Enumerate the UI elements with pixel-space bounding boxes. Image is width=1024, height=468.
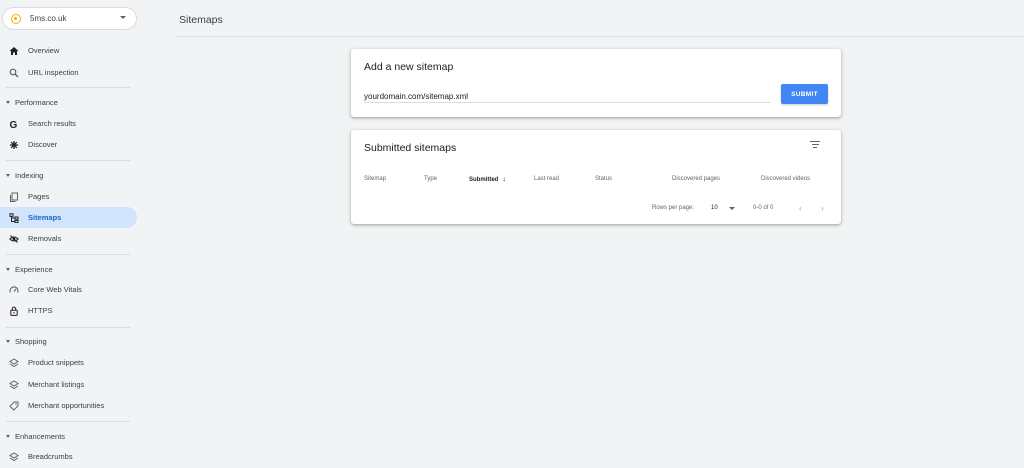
speed-gauge-icon — [9, 285, 19, 295]
sidebar-item-label: Pages — [28, 192, 50, 201]
sidebar-item-label: Product snippets — [28, 358, 84, 367]
prev-page-icon[interactable]: ‹ — [799, 204, 802, 213]
visibility-off-icon — [9, 234, 19, 244]
sidebar-item-discover[interactable]: Discover — [0, 134, 137, 155]
sidebar-item-label: Search results — [28, 119, 76, 128]
google-g-icon: G — [9, 119, 19, 129]
section-label: Indexing — [15, 170, 44, 180]
column-header-type[interactable]: Type — [424, 176, 437, 182]
sidebar-item-label: Breadcrumbs — [28, 452, 73, 461]
sitemap-url-input[interactable] — [364, 90, 771, 103]
pagination-range: 0-0 of 0 — [753, 205, 774, 211]
caret-down-icon[interactable] — [729, 207, 735, 210]
sidebar-item-removals[interactable]: Removals — [0, 228, 137, 249]
section-experience[interactable]: Experience — [6, 262, 53, 276]
sidebar-item-core-web-vitals[interactable]: Core Web Vitals — [0, 279, 137, 300]
section-label: Performance — [15, 97, 58, 107]
layers-icon — [9, 451, 19, 462]
sidebar-item-product-snippets[interactable]: Product snippets — [0, 352, 137, 373]
column-header-discovered-videos[interactable]: Discovered videos — [761, 176, 810, 182]
divider — [6, 327, 130, 328]
section-indexing[interactable]: Indexing — [6, 168, 43, 182]
sort-arrow-down-icon: ↓ — [502, 176, 506, 183]
section-shopping[interactable]: Shopping — [6, 334, 47, 348]
sidebar-item-label: Core Web Vitals — [28, 285, 82, 294]
section-label: Experience — [15, 264, 53, 274]
home-icon — [9, 46, 19, 56]
sidebar-item-label: Discover — [28, 140, 58, 149]
asterisk-icon — [9, 140, 19, 150]
divider — [6, 87, 130, 88]
column-header-submitted[interactable]: Submitted ↓ — [469, 176, 506, 183]
column-header-sitemap[interactable]: Sitemap — [364, 176, 386, 182]
caret-down-icon — [120, 16, 126, 19]
header-divider — [176, 36, 1024, 37]
collapse-icon — [6, 173, 10, 177]
submitted-sitemaps-title: Submitted sitemaps — [364, 142, 457, 154]
add-sitemap-card: Add a new sitemap SUBMIT — [351, 49, 841, 117]
add-sitemap-title: Add a new sitemap — [364, 61, 454, 73]
column-header-discovered-pages[interactable]: Discovered pages — [672, 176, 720, 182]
sidebar-item-url-inspection[interactable]: URL inspection — [0, 62, 137, 83]
sidebar-item-label: Overview — [28, 46, 60, 55]
divider — [6, 421, 130, 422]
next-page-icon[interactable]: › — [821, 204, 824, 213]
submit-button[interactable]: SUBMIT — [781, 84, 828, 104]
section-enhancements[interactable]: Enhancements — [6, 429, 65, 443]
tag-icon — [9, 401, 19, 411]
sidebar: 5ms.co.uk Overview URL inspection Perfor… — [0, 0, 144, 468]
sidebar-item-sitemaps[interactable]: Sitemaps — [0, 207, 137, 228]
sidebar-item-breadcrumbs[interactable]: Breadcrumbs — [0, 446, 137, 467]
sidebar-item-https[interactable]: HTTPS — [0, 300, 137, 321]
rows-per-page-select[interactable]: 10 — [711, 205, 718, 211]
divider — [6, 254, 130, 255]
collapse-icon — [6, 339, 10, 343]
lock-icon — [9, 306, 19, 316]
collapse-icon — [6, 267, 10, 271]
filter-icon[interactable] — [810, 141, 820, 150]
sidebar-item-label: HTTPS — [28, 306, 53, 315]
sidebar-item-label: Removals — [28, 234, 62, 243]
property-selector[interactable]: 5ms.co.uk — [2, 7, 137, 30]
divider — [6, 160, 130, 161]
sidebar-item-label: Merchant listings — [28, 380, 85, 389]
section-performance[interactable]: Performance — [6, 95, 58, 109]
sidebar-item-pages[interactable]: Pages — [0, 186, 137, 207]
collapse-icon — [6, 434, 10, 438]
column-header-last-read[interactable]: Last read — [534, 176, 559, 182]
rows-per-page-label: Rows per page: — [652, 205, 695, 211]
section-label: Shopping — [15, 336, 47, 346]
collapse-icon — [6, 100, 10, 104]
property-name: 5ms.co.uk — [30, 14, 67, 23]
sidebar-item-merchant-opportunities[interactable]: Merchant opportunities — [0, 395, 137, 416]
page-title: Sitemaps — [179, 14, 223, 26]
section-label: Enhancements — [15, 431, 66, 441]
submitted-sitemaps-card: Submitted sitemaps Sitemap Type Submitte… — [351, 130, 841, 224]
layers-icon — [9, 357, 19, 368]
search-icon — [9, 68, 19, 78]
property-icon — [11, 13, 21, 24]
sidebar-item-label: URL inspection — [28, 68, 79, 77]
sidebar-item-label: Sitemaps — [28, 213, 62, 222]
svg-text:G: G — [10, 120, 18, 129]
sidebar-item-search-results[interactable]: G Search results — [0, 113, 137, 134]
column-header-status[interactable]: Status — [595, 176, 612, 182]
sidebar-item-overview[interactable]: Overview — [0, 40, 137, 61]
pages-icon — [9, 192, 19, 202]
column-header-label: Submitted — [469, 177, 499, 183]
sidebar-item-merchant-listings[interactable]: Merchant listings — [0, 374, 137, 395]
layers-icon — [9, 379, 19, 390]
sitemap-icon — [9, 212, 19, 223]
sidebar-item-label: Merchant opportunities — [28, 401, 105, 410]
